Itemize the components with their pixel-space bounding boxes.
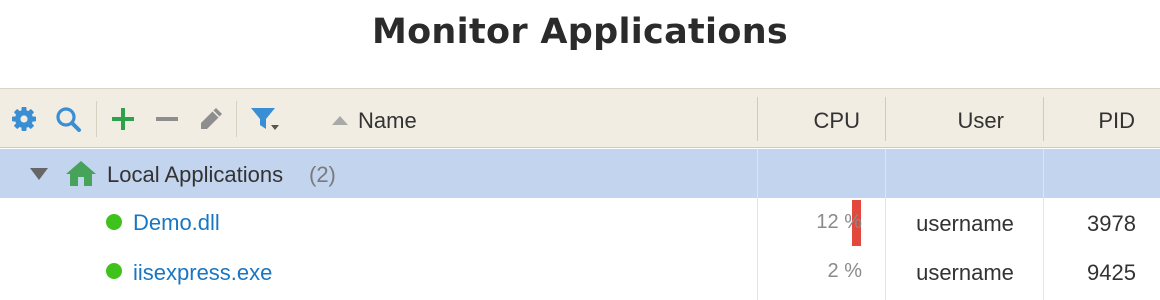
page-title: Monitor Applications bbox=[371, 12, 789, 52]
status-running-icon bbox=[106, 214, 122, 230]
toolbar-separator bbox=[96, 101, 97, 137]
home-icon bbox=[65, 159, 97, 192]
filter-icon[interactable] bbox=[249, 105, 283, 133]
user-value: username bbox=[916, 211, 1014, 236]
group-row-local-applications[interactable]: Local Applications (2) bbox=[0, 149, 1160, 198]
user-value: username bbox=[916, 260, 1014, 285]
app-name-link[interactable]: iisexpress.exe bbox=[133, 260, 272, 286]
table-row[interactable]: Demo.dll 12 % username 3978 bbox=[0, 198, 1160, 246]
column-header-name-label: Name bbox=[358, 108, 417, 133]
table-row[interactable]: iisexpress.exe 2 % username 9425 bbox=[0, 246, 1160, 294]
column-header-cpu[interactable]: CPU bbox=[758, 89, 860, 147]
column-header-user[interactable]: User bbox=[886, 89, 1004, 147]
sort-ascending-icon bbox=[330, 87, 350, 151]
cpu-value: 2 % bbox=[827, 260, 862, 282]
pid-value: 3978 bbox=[1087, 211, 1136, 236]
toolbar-separator bbox=[236, 101, 237, 137]
grid-header-toolbar: Name CPU User PID bbox=[0, 88, 1160, 148]
pencil-icon[interactable] bbox=[197, 105, 225, 133]
cpu-value: 12 % bbox=[816, 211, 862, 233]
status-running-icon bbox=[106, 263, 122, 279]
search-icon[interactable] bbox=[54, 105, 82, 133]
pid-value: 9425 bbox=[1087, 260, 1136, 285]
group-label: Local Applications bbox=[107, 162, 284, 187]
group-count: (2) bbox=[309, 162, 336, 187]
app-name-link[interactable]: Demo.dll bbox=[133, 210, 220, 236]
plus-icon[interactable] bbox=[109, 105, 137, 133]
collapse-triangle-icon[interactable] bbox=[29, 167, 49, 186]
column-header-name[interactable]: Name bbox=[330, 89, 750, 147]
minus-icon[interactable] bbox=[153, 105, 181, 133]
gear-icon[interactable] bbox=[10, 105, 38, 133]
column-header-pid[interactable]: PID bbox=[1044, 89, 1135, 147]
